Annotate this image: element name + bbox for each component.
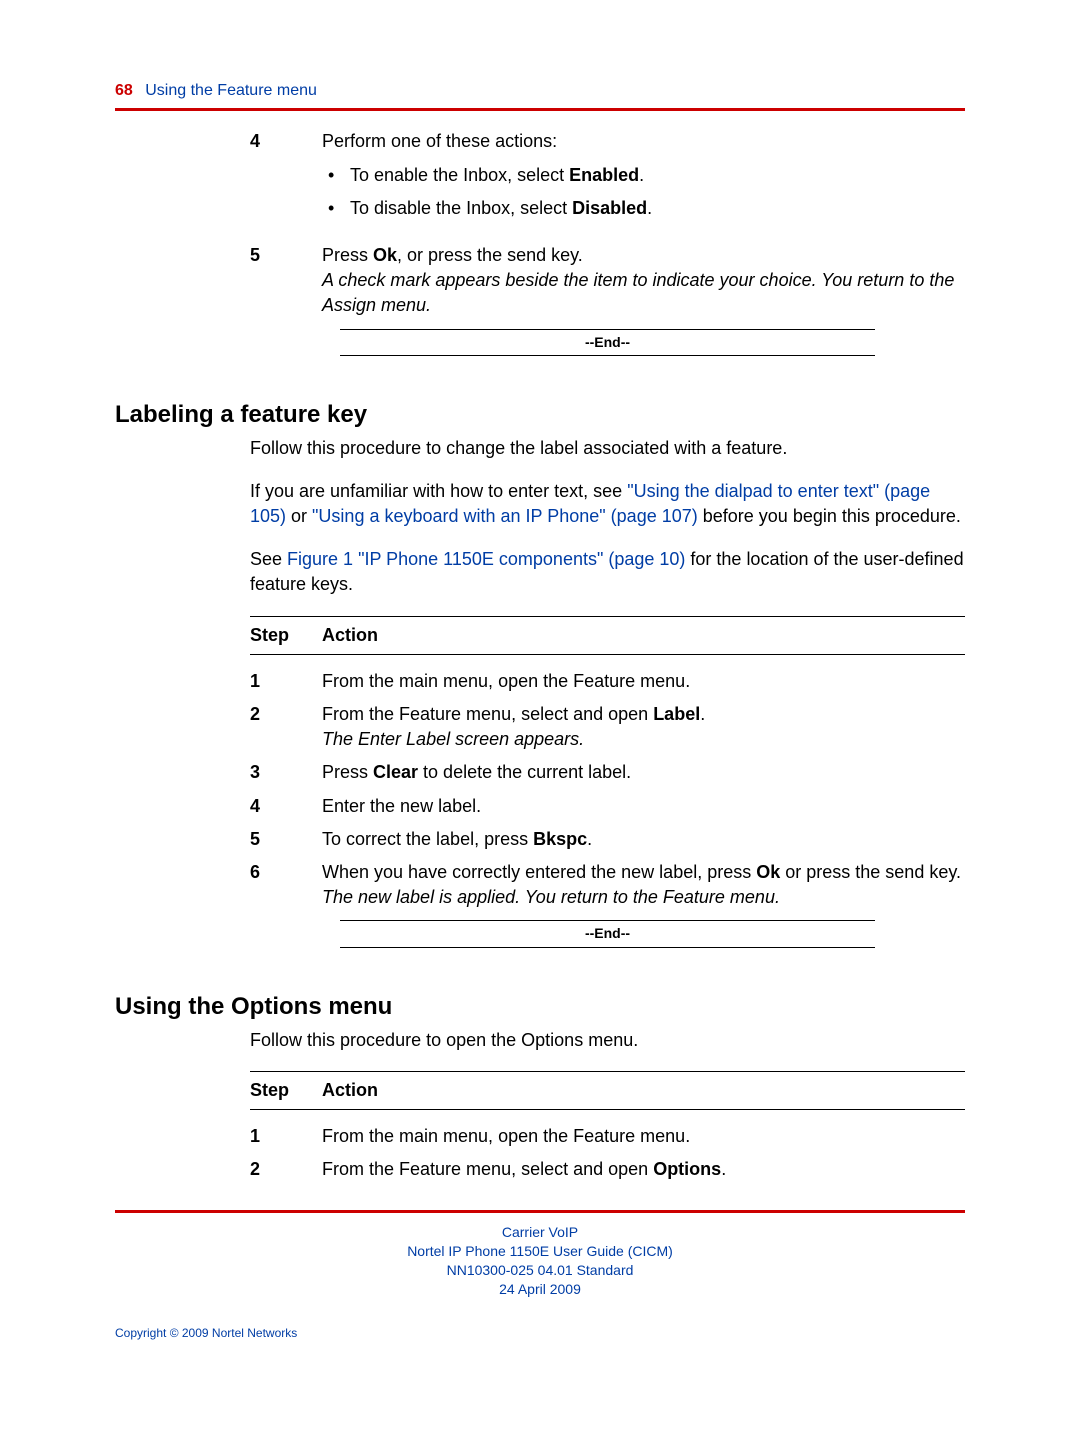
step-body: Enter the new label. bbox=[322, 794, 965, 819]
step-body: Press Ok, or press the send key. A check… bbox=[322, 243, 965, 319]
step-number: 2 bbox=[250, 702, 270, 752]
end-marker: --End-- bbox=[340, 920, 875, 948]
options-content: Follow this procedure to open the Option… bbox=[250, 1028, 965, 1183]
table-rule-mid bbox=[250, 1109, 965, 1110]
table-row: 1 From the main menu, open the Feature m… bbox=[250, 669, 965, 694]
labeling-content: Follow this procedure to change the labe… bbox=[250, 436, 965, 948]
header-section-title: Using the Feature menu bbox=[145, 82, 317, 99]
table-row: 6 When you have correctly entered the ne… bbox=[250, 860, 965, 910]
step-number: 4 bbox=[250, 129, 270, 229]
footer-line-4: 24 April 2009 bbox=[115, 1280, 965, 1299]
step-number: 1 bbox=[250, 669, 270, 694]
step-number: 6 bbox=[250, 860, 270, 910]
heading-options: Using the Options menu bbox=[115, 990, 965, 1024]
step-number: 4 bbox=[250, 794, 270, 819]
footer-line-1: Carrier VoIP bbox=[115, 1223, 965, 1242]
col-step: Step bbox=[250, 623, 270, 648]
step-body: Press Clear to delete the current label. bbox=[322, 760, 965, 785]
step-body: When you have correctly entered the new … bbox=[322, 860, 965, 910]
paragraph: If you are unfamiliar with how to enter … bbox=[250, 479, 965, 529]
page-footer: Carrier VoIP Nortel IP Phone 1150E User … bbox=[115, 1210, 965, 1341]
step-5-row: 5 Press Ok, or press the send key. A che… bbox=[250, 243, 965, 319]
table-row: 5 To correct the label, press Bkspc. bbox=[250, 827, 965, 852]
table-header: Step Action bbox=[250, 617, 965, 654]
step-body: From the Feature menu, select and open O… bbox=[322, 1157, 965, 1182]
table-header: Step Action bbox=[250, 1072, 965, 1109]
table-row: 2 From the Feature menu, select and open… bbox=[250, 1157, 965, 1182]
page-container: 68 Using the Feature menu 4 Perform one … bbox=[0, 0, 1080, 1440]
list-item: To disable the Inbox, select Disabled. bbox=[322, 196, 965, 221]
end-rule-bottom bbox=[340, 355, 875, 356]
step-body: To correct the label, press Bkspc. bbox=[322, 827, 965, 852]
table-row: 4 Enter the new label. bbox=[250, 794, 965, 819]
footer-lines: Carrier VoIP Nortel IP Phone 1150E User … bbox=[115, 1223, 965, 1299]
end-label: --End-- bbox=[340, 921, 875, 947]
paragraph: Follow this procedure to open the Option… bbox=[250, 1028, 965, 1053]
step-number: 1 bbox=[250, 1124, 270, 1149]
footer-line-2: Nortel IP Phone 1150E User Guide (CICM) bbox=[115, 1242, 965, 1261]
step-number: 5 bbox=[250, 243, 270, 319]
paragraph: Follow this procedure to change the labe… bbox=[250, 436, 965, 461]
step-body: From the main menu, open the Feature men… bbox=[322, 1124, 965, 1149]
end-rule-bottom bbox=[340, 947, 875, 948]
continuation-steps: 4 Perform one of these actions: To enabl… bbox=[250, 129, 965, 356]
col-step: Step bbox=[250, 1078, 270, 1103]
footer-rule bbox=[115, 1210, 965, 1213]
step-body: Perform one of these actions: To enable … bbox=[322, 129, 965, 229]
header-rule bbox=[115, 108, 965, 111]
footer-line-3: NN10300-025 04.01 Standard bbox=[115, 1261, 965, 1280]
list-item: To enable the Inbox, select Enabled. bbox=[322, 163, 965, 188]
col-action: Action bbox=[322, 623, 965, 648]
step-4-row: 4 Perform one of these actions: To enabl… bbox=[250, 129, 965, 229]
step-5-result: A check mark appears beside the item to … bbox=[322, 270, 954, 315]
table-row: 1 From the main menu, open the Feature m… bbox=[250, 1124, 965, 1149]
step-number: 3 bbox=[250, 760, 270, 785]
link-keyboard[interactable]: "Using a keyboard with an IP Phone" (pag… bbox=[312, 506, 698, 526]
table-row: 3 Press Clear to delete the current labe… bbox=[250, 760, 965, 785]
table-row: 2 From the Feature menu, select and open… bbox=[250, 702, 965, 752]
running-header: 68 Using the Feature menu bbox=[115, 80, 965, 102]
step-number: 5 bbox=[250, 827, 270, 852]
step-number: 2 bbox=[250, 1157, 270, 1182]
table-rule-mid bbox=[250, 654, 965, 655]
end-label: --End-- bbox=[340, 330, 875, 356]
copyright: Copyright © 2009 Nortel Networks bbox=[115, 1325, 965, 1342]
paragraph: See Figure 1 "IP Phone 1150E components"… bbox=[250, 547, 965, 597]
end-marker: --End-- bbox=[340, 329, 875, 357]
step-4-intro: Perform one of these actions: bbox=[322, 131, 557, 151]
heading-labeling: Labeling a feature key bbox=[115, 398, 965, 432]
step-body: From the main menu, open the Feature men… bbox=[322, 669, 965, 694]
step-body: From the Feature menu, select and open L… bbox=[322, 702, 965, 752]
step-4-bullets: To enable the Inbox, select Enabled. To … bbox=[322, 163, 965, 221]
page-number: 68 bbox=[115, 82, 133, 99]
link-figure1[interactable]: Figure 1 "IP Phone 1150E components" (pa… bbox=[287, 549, 685, 569]
col-action: Action bbox=[322, 1078, 965, 1103]
